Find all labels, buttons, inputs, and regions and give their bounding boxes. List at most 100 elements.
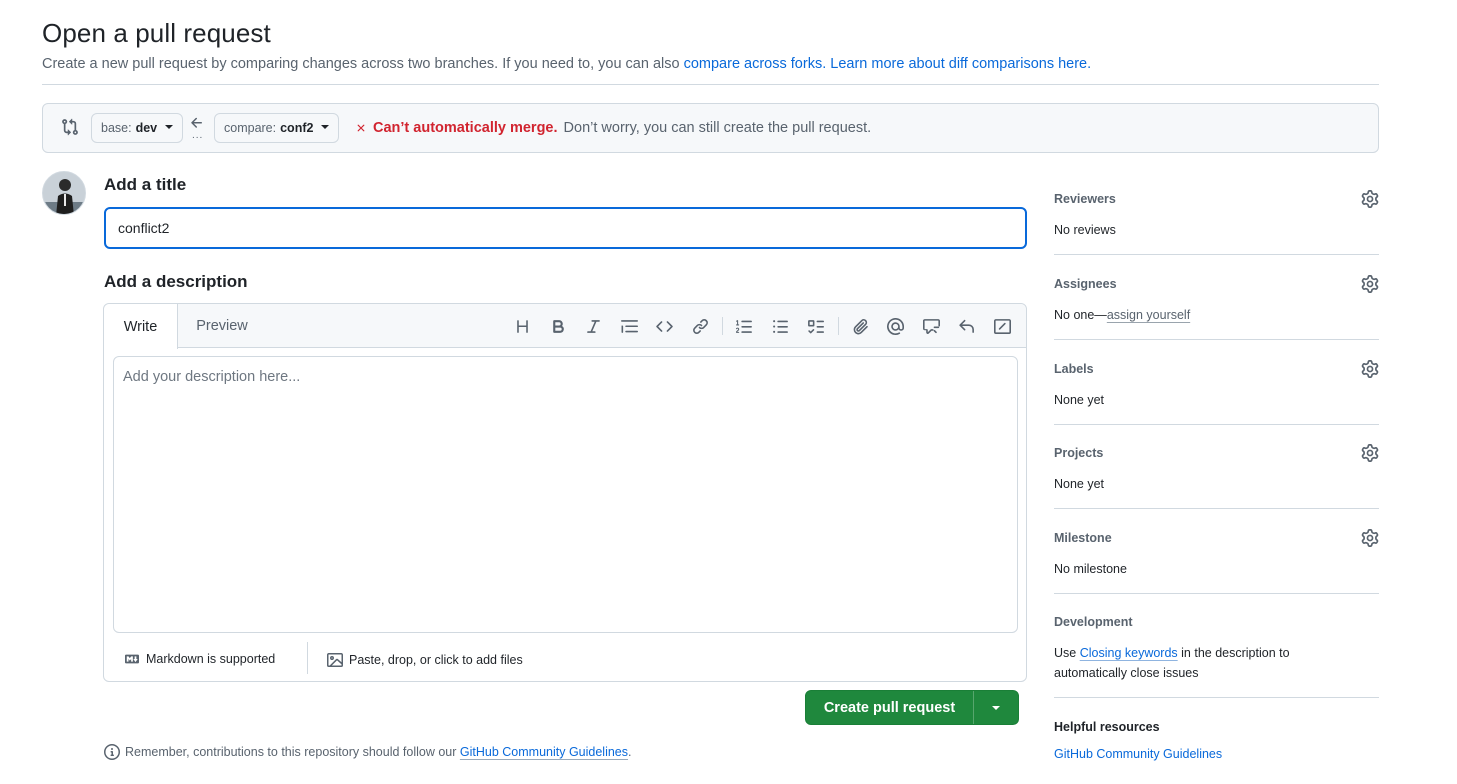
footer-divider [307, 642, 308, 674]
info-icon [104, 744, 120, 760]
sidebar-divider [1054, 593, 1379, 594]
compare-branch-name: conf2 [280, 121, 314, 135]
sidebar-labels: Labels None yet [1054, 360, 1379, 410]
bold-icon[interactable] [541, 316, 577, 336]
toolbar-divider [837, 317, 839, 335]
sidebar-projects: Projects None yet [1054, 444, 1379, 494]
ordered-list-icon[interactable] [727, 316, 763, 336]
sidebar-divider [1054, 254, 1379, 255]
chevron-down-icon [321, 125, 330, 129]
italic-icon[interactable] [576, 316, 612, 336]
merge-hint-text: Don’t worry, you can still create the pu… [563, 120, 872, 136]
attach-note: Paste, drop, or click to add files [349, 653, 523, 667]
closing-keywords-link[interactable]: Closing keywords [1080, 646, 1178, 660]
link-icon[interactable] [683, 316, 719, 336]
attach-icon[interactable] [843, 316, 879, 336]
helpful-resources-label: Helpful resources [1054, 720, 1160, 734]
markdown-supported-link[interactable]: Markdown is supported [123, 652, 275, 666]
sidebar-helpful-resources: Helpful resources GitHub Community Guide… [1054, 720, 1379, 761]
gear-icon[interactable] [1361, 360, 1379, 378]
milestone-value: No milestone [1054, 562, 1127, 576]
compare-bar: base: dev ... compare: conf2 Can’t autom… [42, 103, 1379, 153]
quote-icon[interactable] [612, 316, 648, 336]
learn-more-link[interactable]: Learn more about diff comparisons here. [830, 56, 1091, 72]
x-icon [357, 124, 365, 132]
gear-icon[interactable] [1361, 275, 1379, 293]
page-title: Open a pull request [42, 18, 271, 48]
avatar[interactable] [42, 171, 86, 215]
assign-yourself-link[interactable]: assign yourself [1107, 308, 1190, 322]
markdown-icon [125, 654, 139, 664]
assignees-none: No one— [1054, 308, 1107, 322]
sidebar-divider [1054, 339, 1379, 340]
projects-label[interactable]: Projects [1054, 446, 1379, 460]
sidebar-development: Development Use Closing keywords in the … [1054, 615, 1379, 683]
task-list-icon[interactable] [798, 316, 834, 336]
milestone-label[interactable]: Milestone [1054, 531, 1379, 545]
toolbar-divider [722, 317, 723, 335]
code-icon[interactable] [647, 316, 683, 336]
sidebar-reviewers: Reviewers No reviews [1054, 190, 1379, 240]
create-pull-request-button[interactable]: Create pull request [805, 690, 1019, 725]
markdown-note: Markdown is supported [146, 652, 276, 666]
sidebar-divider [1054, 508, 1379, 509]
compare-forks-link[interactable]: compare across forks. [684, 56, 827, 72]
projects-value: None yet [1054, 477, 1105, 491]
reviewers-label[interactable]: Reviewers [1054, 192, 1379, 206]
tab-write[interactable]: Write [104, 304, 178, 349]
image-icon [327, 653, 343, 667]
heading-icon[interactable] [505, 316, 541, 336]
markdown-toolbar [505, 316, 1020, 336]
compare-dots: ... [192, 130, 204, 141]
git-compare-icon [62, 118, 78, 136]
sidebar-assignees: Assignees No one—assign yourself [1054, 275, 1379, 325]
labels-value: None yet [1054, 393, 1105, 407]
arrow-left-icon [191, 117, 202, 128]
contribution-note: Remember, contributions to this reposito… [104, 744, 632, 760]
gear-icon[interactable] [1361, 190, 1379, 208]
description-editor: Write Preview Markdown is suppo [103, 303, 1027, 682]
compare-prefix: compare: [224, 121, 277, 135]
page-subtitle-text: Create a new pull request by comparing c… [42, 56, 684, 72]
editor-header: Write Preview [104, 304, 1026, 349]
unordered-list-icon[interactable] [763, 316, 799, 336]
development-label: Development [1054, 615, 1133, 629]
community-guidelines-link[interactable]: GitHub Community Guidelines [460, 745, 628, 759]
sidebar-divider [1054, 424, 1379, 425]
sidebar-milestone: Milestone No milestone [1054, 529, 1379, 579]
triangle-down-icon [992, 705, 1000, 710]
reference-icon[interactable] [914, 316, 950, 336]
merge-error-text: Can’t automatically merge. [373, 120, 558, 136]
editor-footer: Markdown is supported Paste, drop, or cl… [104, 640, 1026, 682]
gear-icon[interactable] [1361, 444, 1379, 462]
assignees-label[interactable]: Assignees [1054, 277, 1379, 291]
slash-command-icon[interactable] [985, 316, 1021, 336]
tab-preview[interactable]: Preview [184, 304, 260, 348]
development-text: Use Closing keywords in the description … [1054, 643, 1324, 683]
labels-label[interactable]: Labels [1054, 362, 1379, 376]
chevron-down-icon [165, 125, 174, 129]
mention-icon[interactable] [878, 316, 914, 336]
helpful-guidelines-link[interactable]: GitHub Community Guidelines [1054, 747, 1379, 761]
page-subtitle: Create a new pull request by comparing c… [42, 56, 1091, 72]
create-options-dropdown[interactable] [974, 691, 1018, 724]
description-label: Add a description [104, 272, 248, 291]
gear-icon[interactable] [1361, 529, 1379, 547]
base-prefix: base: [101, 121, 132, 135]
sidebar-divider [1054, 697, 1379, 698]
title-label: Add a title [104, 175, 187, 194]
base-branch-name: dev [135, 121, 158, 135]
attach-files-button[interactable]: Paste, drop, or click to add files [326, 652, 523, 668]
undo-icon[interactable] [949, 316, 985, 336]
assignees-value: No one—assign yourself [1054, 305, 1379, 325]
compare-branch-select[interactable]: compare: conf2 [214, 113, 340, 143]
reviewers-value: No reviews [1054, 223, 1116, 237]
create-pull-request-label[interactable]: Create pull request [806, 691, 974, 724]
merge-status: Can’t automatically merge. Don’t worry, … [355, 120, 871, 136]
header-divider [42, 84, 1379, 85]
remember-text: Remember, contributions to this reposito… [125, 745, 460, 759]
development-prefix: Use [1054, 646, 1080, 660]
title-input[interactable] [104, 207, 1027, 249]
description-textarea[interactable] [113, 356, 1018, 633]
base-branch-select[interactable]: base: dev [91, 113, 184, 143]
